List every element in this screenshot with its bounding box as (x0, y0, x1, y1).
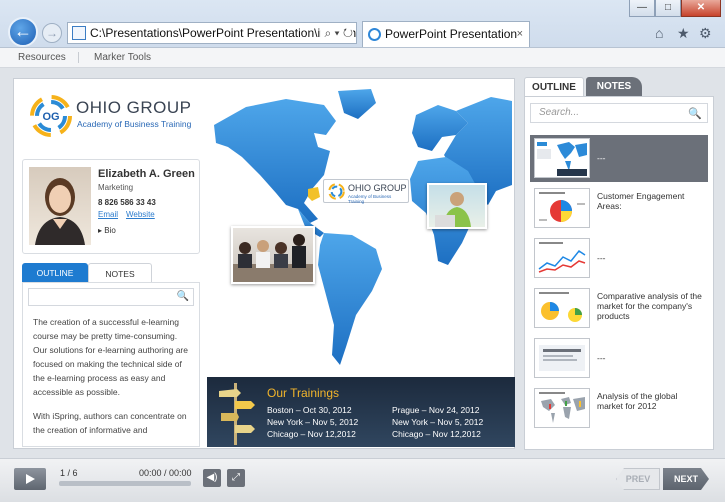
tab-notes[interactable]: NOTES (586, 77, 642, 97)
ohio-group-logo-icon: OG (30, 95, 72, 137)
home-icon[interactable]: ⌂ (655, 25, 663, 41)
arrow-left-icon: ← (14, 21, 32, 41)
speaker-icon: ◀) (206, 472, 218, 483)
tab-title: PowerPoint Presentation (385, 27, 518, 41)
slide-thumbnail (534, 188, 590, 228)
logo-subtitle: Academy of Business Training (77, 119, 192, 129)
next-button[interactable]: NEXT (663, 468, 709, 490)
player-menubar: Resources Marker Tools (0, 48, 725, 68)
slide-notes-panel: 🔍 The creation of a successful e-learnin… (22, 282, 200, 447)
tab-outline[interactable]: OUTLINE (524, 77, 584, 97)
training-item: Prague – Nov 24, 2012 (392, 405, 480, 415)
slide-tabs: OUTLINE NOTES (22, 263, 200, 283)
training-item: Boston – Oct 30, 2012 (267, 405, 352, 415)
svg-text:OG: OG (42, 111, 59, 123)
training-item: New York – Nov 5, 2012 (392, 417, 484, 427)
outline-item[interactable]: Comparative analysis of the market for t… (530, 285, 708, 332)
maximize-button[interactable]: □ (655, 0, 681, 17)
presenter-name: Elizabeth A. Green (98, 168, 195, 180)
minimize-button[interactable]: — (629, 0, 655, 17)
outline-search-input[interactable]: Search... 🔍 (530, 103, 708, 123)
meeting-photo (231, 226, 315, 284)
play-icon (26, 474, 35, 484)
page-icon (72, 26, 86, 40)
slide-search-input[interactable]: 🔍 (28, 288, 194, 306)
player-controls: 1 / 6 00:00 / 00:00 ◀) ⤢ PREV NEXT (0, 458, 725, 502)
back-button[interactable]: ← (8, 17, 38, 47)
expand-icon: ⤢ (232, 472, 240, 483)
training-item: Chicago – Nov 12,2012 (267, 429, 356, 439)
outline-item[interactable]: --- (530, 335, 708, 382)
slide-tab-notes[interactable]: NOTES (88, 263, 152, 283)
browser-tab[interactable]: PowerPoint Presentation × (362, 21, 530, 47)
tab-close-icon[interactable]: × (517, 22, 523, 46)
sidebar-tabs: OUTLINE NOTES (524, 77, 714, 97)
outline-item-label: --- (597, 353, 606, 363)
trainings-banner: Our Trainings Boston – Oct 30, 2012 Prag… (207, 377, 515, 447)
outline-panel: Search... 🔍 --- Customer Engagement Area… (524, 96, 714, 450)
outline-item-label: Comparative analysis of the market for t… (597, 291, 702, 321)
presenter-photo (29, 167, 91, 245)
slide-thumbnail (534, 288, 590, 328)
ie-icon (368, 28, 381, 41)
address-text: C:\Presentations\PowerPoint Presentation… (90, 26, 357, 40)
menu-marker-tools[interactable]: Marker Tools (94, 52, 151, 63)
favorites-icon[interactable]: ★ (677, 25, 690, 42)
student-photo (427, 183, 487, 229)
address-tools[interactable]: ⌕ ▾ ↻ (321, 23, 353, 43)
slide-tab-outline[interactable]: OUTLINE (22, 263, 88, 283)
notes-paragraph: With iSpring, authors can concentrate on… (33, 411, 187, 435)
map-logo-subtitle: Academy of Business Training (348, 194, 392, 204)
progress-bar[interactable] (59, 481, 191, 486)
trainings-title: Our Trainings (267, 386, 340, 400)
map-logo-badge: OHIO GROUP Academy of Business Training (323, 179, 409, 204)
outline-item-label: --- (597, 153, 606, 163)
map-logo-title: OHIO GROUP (348, 183, 407, 193)
time-display: 00:00 / 00:00 (139, 468, 192, 478)
arrow-right-icon: → (46, 26, 58, 40)
presenter-card: Elizabeth A. Green Marketing 8 826 586 3… (22, 159, 200, 254)
signpost-icon (219, 383, 255, 445)
training-item: New York – Nov 5, 2012 (267, 417, 359, 427)
notes-text: The creation of a successful e-learning … (33, 315, 193, 447)
slide-thumbnail (534, 388, 590, 428)
slide-canvas: OG OHIO GROUP Academy of Business Traini… (13, 78, 515, 449)
play-button[interactable] (14, 468, 46, 490)
menu-divider (78, 52, 79, 63)
outline-item[interactable]: Customer Engagement Areas: (530, 185, 708, 232)
volume-button[interactable]: ◀) (203, 469, 221, 487)
search-icon[interactable]: 🔍 (688, 105, 702, 123)
slide-thumbnail (534, 238, 590, 278)
search-placeholder: Search... (539, 107, 580, 118)
presenter-role: Marketing (98, 183, 134, 192)
outline-item[interactable]: --- (530, 235, 708, 282)
fullscreen-button[interactable]: ⤢ (227, 469, 245, 487)
outline-item-label: --- (597, 253, 606, 263)
outline-item-label: Customer Engagement Areas: (597, 191, 685, 211)
logo-title: OHIO GROUP (76, 98, 192, 117)
slide-thumbnail (534, 138, 590, 178)
prev-button[interactable]: PREV (616, 468, 660, 490)
presenter-phone: 8 826 586 33 43 (98, 198, 156, 207)
settings-icon[interactable]: ⚙ (699, 25, 712, 42)
forward-button[interactable]: → (42, 23, 62, 43)
browser-chrome: — □ ✕ ← → C:\Presentations\PowerPoint Pr… (0, 0, 725, 48)
menu-resources[interactable]: Resources (18, 52, 66, 63)
search-icon[interactable]: 🔍 (177, 291, 189, 302)
close-window-button[interactable]: ✕ (681, 0, 721, 17)
presenter-email-link[interactable]: Email (98, 210, 118, 219)
outline-item-label: Analysis of the global market for 2012 (597, 391, 678, 411)
notes-paragraph: The creation of a successful e-learning … (33, 317, 188, 397)
slide-thumbnail (534, 338, 590, 378)
slide-counter: 1 / 6 (60, 468, 78, 478)
training-item: Chicago – Nov 12,2012 (392, 429, 481, 439)
ohio-group-logo-icon (328, 183, 345, 200)
address-bar[interactable]: C:\Presentations\PowerPoint Presentation… (67, 22, 357, 44)
outline-item[interactable]: Analysis of the global market for 2012 (530, 385, 708, 432)
presenter-bio-toggle[interactable]: ▸ Bio (98, 226, 116, 235)
presenter-website-link[interactable]: Website (126, 210, 155, 219)
outline-item[interactable]: --- (530, 135, 708, 182)
window-buttons: — □ ✕ (629, 0, 721, 18)
